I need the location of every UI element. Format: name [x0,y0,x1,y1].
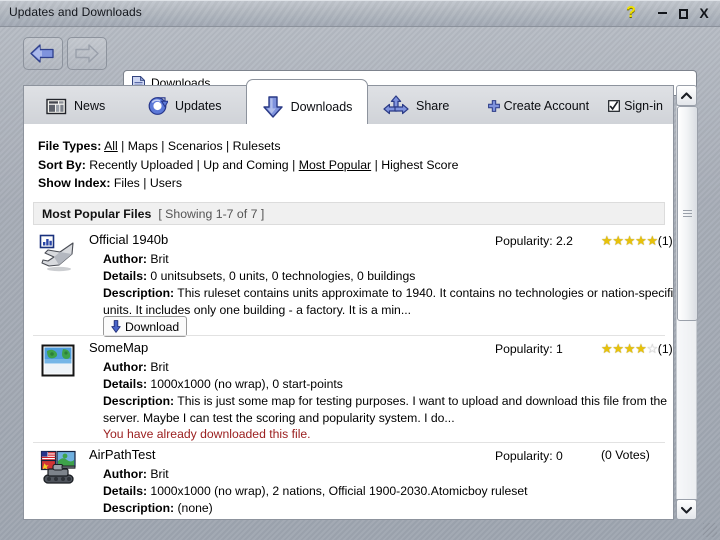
sort-most-popular[interactable]: Most Popular [299,158,371,172]
down-arrow-icon [262,95,284,119]
index-users[interactable]: Users [150,176,182,190]
file-description: Description: (none) [103,500,674,517]
tank-scenario-icon [39,449,79,489]
file-author: Author: Brit [103,359,169,376]
tab-label: Downloads [291,100,353,114]
file-popularity: Popularity: 0 [495,449,563,463]
account-links: Create Account Sign-in [488,86,663,126]
navigation-toolbar: Downloads [0,28,720,78]
tab-news[interactable]: News [35,86,116,126]
newspaper-icon [46,98,67,115]
close-button[interactable]: X [694,3,714,23]
list-header-title: Most Popular Files [42,207,151,221]
chevron-down-icon [681,506,692,514]
filter-file-type-rulesets[interactable]: Rulesets [233,139,281,153]
file-details: Details: 1000x1000 (no wrap), 0 start-po… [103,376,343,393]
table-row[interactable]: Official 1940b Popularity: 2.2 ★★★★★(1) … [33,228,665,335]
filter-file-type-maps[interactable]: Maps [128,139,158,153]
sort-by-row: Sort By: Recently Uploaded | Up and Comi… [38,156,458,175]
resize-grip[interactable] [703,523,717,537]
file-author: Author: Brit [103,251,169,268]
file-name[interactable]: AirPathTest [89,447,155,462]
downloads-page: File Types: All | Maps | Scenarios | Rul… [23,124,674,520]
refresh-circle-icon [147,96,168,116]
scroll-down-button[interactable] [676,499,697,520]
file-rating: ★★★★★(1) [601,233,673,249]
file-votes: (1) [658,342,673,356]
back-button[interactable] [23,37,63,70]
file-description: Description: This is just some map for t… [103,393,674,427]
scrollbar-thumb[interactable] [677,106,698,321]
sort-up-and-coming[interactable]: Up and Coming [203,158,288,172]
file-details: Details: 1000x1000 (no wrap), 2 nations,… [103,483,528,500]
file-popularity: Popularity: 1 [495,342,563,356]
maximize-button[interactable] [673,3,693,23]
file-details: Details: 0 unitsubsets, 0 units, 0 techn… [103,268,415,285]
file-types-label: File Types: [38,139,101,153]
signin-button[interactable]: Sign-in [608,99,663,113]
filter-links: File Types: All | Maps | Scenarios | Rul… [38,137,458,193]
file-popularity: Popularity: 2.2 [495,234,573,248]
create-account-button[interactable]: Create Account [488,99,589,113]
window-title: Updates and Downloads [9,5,142,19]
sort-by-label: Sort By: [38,158,86,172]
scroll-up-button[interactable] [676,85,697,106]
sort-highest-score[interactable]: Highest Score [381,158,458,172]
share-arrows-icon [383,95,409,117]
file-name[interactable]: SomeMap [89,340,148,355]
file-author: Author: Brit [103,466,169,483]
minimize-button[interactable] [652,3,672,23]
file-rating: ★★★★☆(1) [601,341,673,357]
tab-label: News [74,99,105,113]
help-icon[interactable]: ? [621,3,641,23]
file-description: Description: This ruleset contains units… [103,285,674,319]
forward-button[interactable] [67,37,107,70]
tab-share[interactable]: Share [372,86,460,126]
tab-label: Share [416,99,449,113]
signin-label: Sign-in [624,99,663,113]
title-bar: Updates and Downloads ? X [0,0,720,27]
list-header-count: [ Showing 1-7 of 7 ] [158,207,264,221]
index-files[interactable]: Files [114,176,140,190]
forward-arrow-icon [73,42,101,65]
down-arrow-icon [111,320,121,333]
file-votes: (0 Votes) [601,448,650,462]
back-arrow-icon [29,42,57,65]
sort-recently-uploaded[interactable]: Recently Uploaded [89,158,193,172]
plus-icon [488,100,500,112]
jet-ruleset-icon [39,234,79,274]
map-thumbnail-icon [39,342,79,382]
scrollbar-track[interactable] [676,106,697,499]
file-votes: (1) [658,234,673,248]
list-header: Most Popular Files [ Showing 1-7 of 7 ] [33,202,665,225]
download-label: Download [125,320,179,334]
table-row[interactable]: AirPathTest Popularity: 0 (0 Votes) Auth… [33,442,665,520]
tab-strip: News Updates Downloads [23,85,674,125]
file-rating: (0 Votes) [601,448,650,462]
content-panel: News Updates Downloads [23,85,697,520]
tab-updates[interactable]: Updates [136,86,233,126]
vertical-scrollbar[interactable] [676,85,697,520]
scrollbar-grip [683,210,692,217]
filter-file-type-scenarios[interactable]: Scenarios [168,139,223,153]
chevron-up-icon [681,92,692,100]
already-downloaded-notice: You have already downloaded this file. [103,427,311,441]
create-account-label: Create Account [504,99,589,113]
file-types-row: File Types: All | Maps | Scenarios | Rul… [38,137,458,156]
application-window: Updates and Downloads ? X D [0,0,720,540]
tab-label: Updates [175,99,222,113]
table-row[interactable]: SomeMap Popularity: 1 ★★★★☆(1) Author: B… [33,335,665,443]
show-index-row: Show Index: Files | Users [38,174,458,193]
tab-downloads[interactable]: Downloads [246,79,368,127]
show-index-label: Show Index: [38,176,110,190]
download-button[interactable]: Download [103,316,187,337]
file-name[interactable]: Official 1940b [89,232,168,247]
checkbox-checked-icon [608,100,620,112]
filter-file-type-all[interactable]: All [104,139,118,153]
